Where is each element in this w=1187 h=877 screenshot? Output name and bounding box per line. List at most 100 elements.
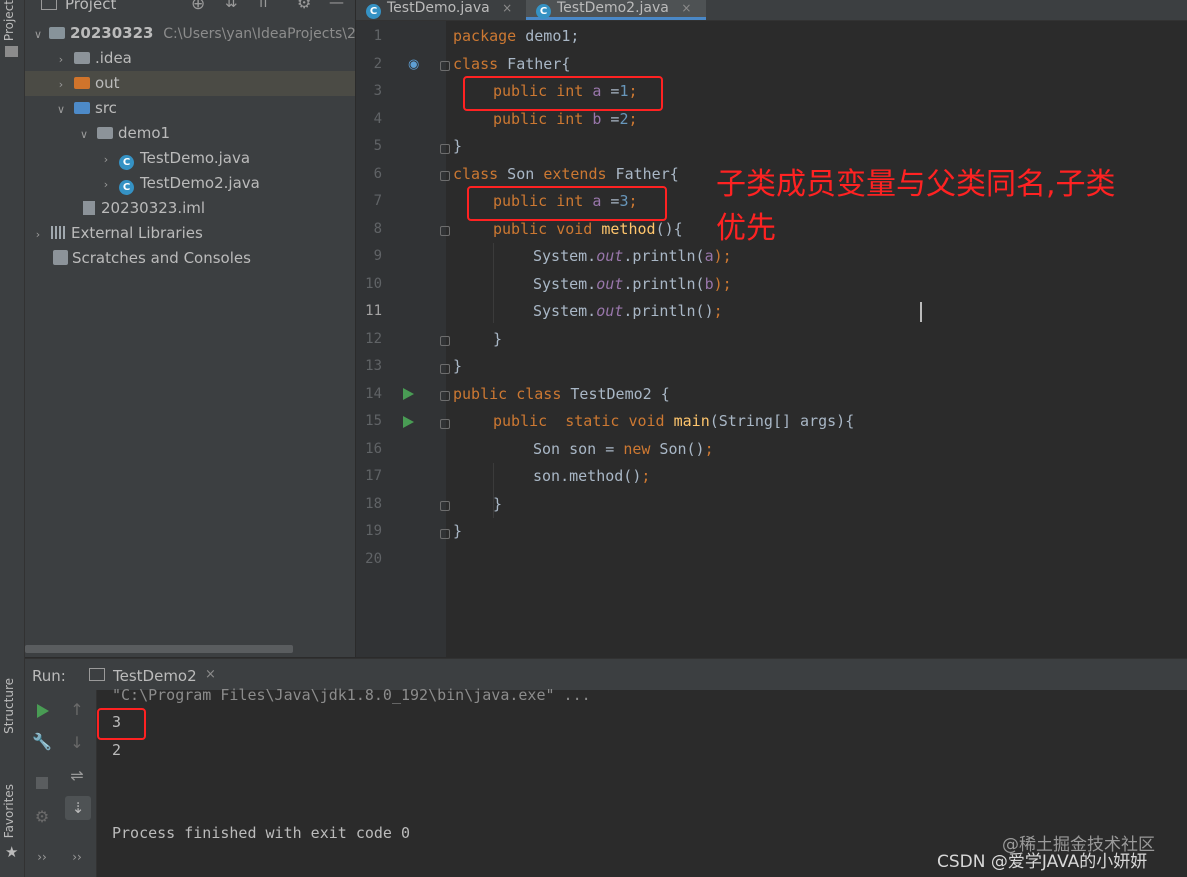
library-icon xyxy=(51,226,66,239)
project-panel: Project ⊕ ⇊ ⇈ ⚙ — ∨ 20230323 C:\Users\yan… xyxy=(25,0,356,657)
fold-icon[interactable] xyxy=(440,364,450,374)
code-line-18: } xyxy=(493,494,503,513)
arrow-down-icon[interactable]: ↓ xyxy=(65,733,89,752)
line-number: 5 xyxy=(373,138,382,154)
gear-icon[interactable]: ⚙ xyxy=(297,0,311,12)
hide-icon[interactable]: — xyxy=(329,0,344,11)
tab-testdemo2-label: TestDemo2.java xyxy=(557,0,669,16)
tab-testdemo-label: TestDemo.java xyxy=(387,0,490,16)
settings-icon[interactable]: ⚙ xyxy=(30,807,54,826)
rerun-icon[interactable] xyxy=(37,704,49,718)
subclass-marker-icon[interactable]: ◉ xyxy=(408,57,419,72)
idea-label: .idea xyxy=(95,49,132,67)
run-tab-label[interactable]: TestDemo2 xyxy=(113,667,197,685)
folder-icon xyxy=(5,46,18,57)
testdemo-label: TestDemo.java xyxy=(140,149,251,167)
fold-icon[interactable] xyxy=(440,226,450,236)
code-line-16: Son son = new Son(); xyxy=(533,439,714,458)
more-icon[interactable]: ›› xyxy=(30,850,54,864)
tree-item-idea[interactable]: › .idea xyxy=(25,46,132,71)
demo1-label: demo1 xyxy=(118,124,171,142)
java-class-icon: C xyxy=(536,4,551,19)
more-icon[interactable]: ›› xyxy=(65,850,89,864)
close-icon[interactable]: × xyxy=(681,1,691,15)
close-icon[interactable]: × xyxy=(502,1,512,15)
code-line-15: public static void main(String[] args){ xyxy=(493,412,855,430)
line-number: 7 xyxy=(373,193,382,209)
line-number: 14 xyxy=(365,385,382,402)
project-header: Project ⊕ ⇊ ⇈ ⚙ — xyxy=(25,0,355,18)
locate-icon[interactable]: ⊕ xyxy=(191,0,205,14)
tree-item-external-libraries[interactable]: › External Libraries xyxy=(25,221,203,246)
line-number: 15 xyxy=(365,413,382,429)
java-class-icon: C xyxy=(366,4,381,19)
external-libraries-label: External Libraries xyxy=(71,224,203,242)
stop-icon[interactable] xyxy=(36,777,48,789)
run-toolbar-primary: 🔧 ⚙ ›› xyxy=(25,690,59,877)
run-toolbar-secondary: ↑ ↓ ⇌ ⇣ ›› xyxy=(59,690,97,877)
tree-item-scratches[interactable]: Scratches and Consoles xyxy=(25,246,251,271)
fold-icon[interactable] xyxy=(440,144,450,154)
code-line-10: System.out.println(b); xyxy=(533,274,732,293)
expand-all-icon[interactable]: ⇊ xyxy=(225,0,238,11)
line-number: 3 xyxy=(373,83,382,99)
code-line-13: } xyxy=(453,357,463,375)
tab-testdemo2[interactable]: C TestDemo2.java × xyxy=(526,0,706,20)
tree-item-iml[interactable]: 20230323.iml xyxy=(25,196,205,221)
line-number: 4 xyxy=(373,110,382,127)
line-number: 18 xyxy=(365,495,382,512)
fold-icon[interactable] xyxy=(440,391,450,401)
horizontal-scrollbar[interactable] xyxy=(25,645,293,653)
console-command-line: "C:\Program Files\Java\jdk1.8.0_192\bin\… xyxy=(112,686,591,704)
star-icon: ★ xyxy=(5,843,19,861)
run-config-icon xyxy=(89,668,105,681)
tree-item-demo1[interactable]: ∨ demo1 xyxy=(25,121,170,146)
scratches-label: Scratches and Consoles xyxy=(72,249,251,267)
scroll-to-end-icon[interactable]: ⇣ xyxy=(65,796,91,820)
package-icon xyxy=(97,127,113,139)
editor-gutter: 1 2 3 4 5 6 7 8 9 10 11 12 13 14 15 16 1… xyxy=(356,21,450,657)
indent-guide xyxy=(493,243,494,323)
java-class-icon: C xyxy=(119,180,134,195)
project-title[interactable]: Project xyxy=(65,0,116,13)
favorites-tool-tab[interactable]: Favorites xyxy=(2,784,16,838)
tree-item-testdemo[interactable]: › C TestDemo.java xyxy=(25,146,250,171)
fold-icon[interactable] xyxy=(440,336,450,346)
collapse-all-icon[interactable]: ⇈ xyxy=(257,0,270,11)
line-number: 9 xyxy=(373,248,382,264)
tree-item-src[interactable]: ∨ src xyxy=(25,96,117,121)
code-line-19: } xyxy=(453,522,463,540)
fold-icon[interactable] xyxy=(440,529,450,539)
highlight-box-father-a xyxy=(463,76,663,111)
tree-item-testdemo2[interactable]: › C TestDemo2.java xyxy=(25,171,260,196)
code-line-1: package demo1; xyxy=(453,27,580,45)
project-tool-tab[interactable]: Project xyxy=(2,0,16,41)
console-output[interactable]: "C:\Program Files\Java\jdk1.8.0_192\bin\… xyxy=(97,686,1187,877)
run-label: Run: xyxy=(32,667,66,685)
fold-icon[interactable] xyxy=(440,171,450,181)
fold-icon[interactable] xyxy=(440,61,450,71)
out-label: out xyxy=(95,74,120,92)
arrow-up-icon[interactable]: ↑ xyxy=(65,700,89,719)
tree-item-root[interactable]: ∨ 20230323 C:\Users\yan\IdeaProjects\2 xyxy=(25,21,356,46)
fold-icon[interactable] xyxy=(440,501,450,511)
fold-icon[interactable] xyxy=(440,419,450,429)
soft-wrap-icon[interactable]: ⇌ xyxy=(65,766,89,785)
close-icon[interactable]: × xyxy=(205,667,216,682)
run-gutter-icon[interactable] xyxy=(403,388,414,400)
wrench-icon[interactable]: 🔧 xyxy=(30,732,54,751)
run-gutter-icon[interactable] xyxy=(403,416,414,428)
code-editor[interactable]: package demo1; class Father{ public int … xyxy=(453,21,1187,657)
watermark-csdn: CSDN @爱学JAVA的小妍妍 xyxy=(937,852,1148,872)
line-number: 13 xyxy=(365,358,382,374)
code-line-12: } xyxy=(493,329,503,348)
tree-item-out[interactable]: › out xyxy=(25,71,355,96)
highlight-box-output xyxy=(97,708,146,740)
code-line-9: System.out.println(a); xyxy=(533,247,732,265)
root-path: C:\Users\yan\IdeaProjects\2 xyxy=(163,26,356,42)
testdemo2-label: TestDemo2.java xyxy=(140,174,260,192)
console-output-line: 2 xyxy=(112,741,122,759)
annotation-text-line1: 子类成员变量与父类同名,子类 xyxy=(716,167,1116,202)
structure-tool-tab[interactable]: Structure xyxy=(2,678,16,734)
tab-testdemo[interactable]: C TestDemo.java × xyxy=(356,0,524,20)
